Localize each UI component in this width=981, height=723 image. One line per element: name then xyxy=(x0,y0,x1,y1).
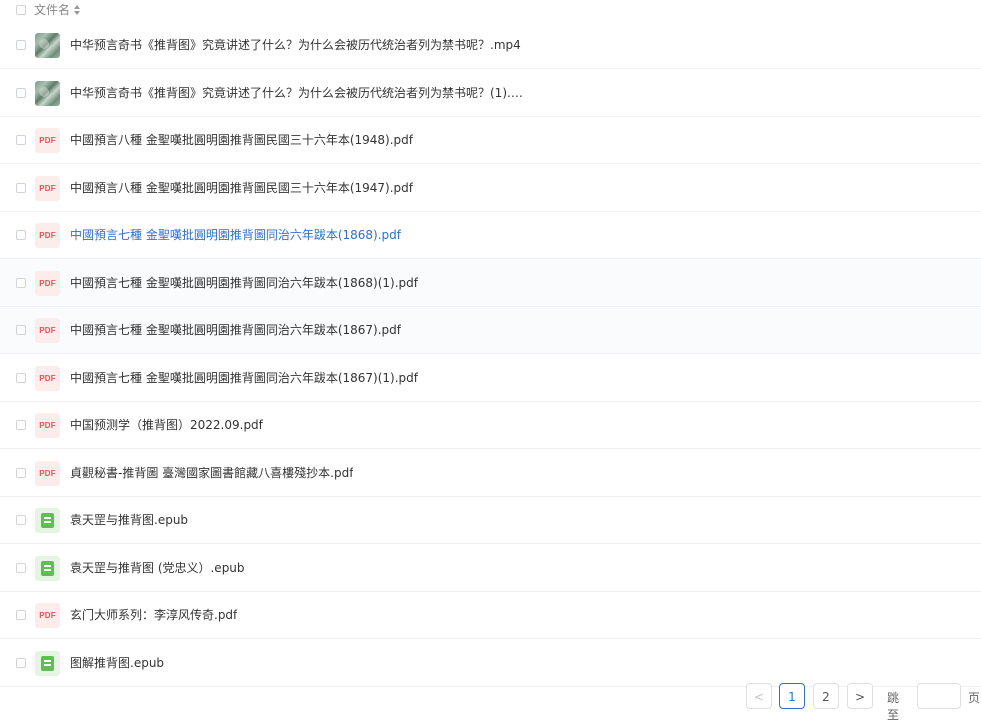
file-row[interactable]: PDF 玄门大师系列：李淳风传奇.pdf xyxy=(0,592,981,639)
file-row[interactable]: PDF 中國預言八種 金聖嘆批圓明園推背圖民國三十六年本(1947).pdf xyxy=(0,165,981,212)
page-button-1[interactable]: 1 xyxy=(779,683,805,709)
file-name-link[interactable]: 中國預言七種 金聖嘆批圓明園推背圖同治六年跋本(1868)(1).pdf xyxy=(70,275,418,292)
file-name-link[interactable]: 貞觀秘書-推背圖 臺灣國家圖書館藏八喜樓殘抄本.pdf xyxy=(70,465,353,482)
row-checkbox[interactable] xyxy=(16,515,26,525)
file-name-link[interactable]: 中华预言奇书《推背图》究竟讲述了什么？为什么会被历代统治者列为禁书呢？(1).m… xyxy=(70,85,530,102)
row-checkbox[interactable] xyxy=(16,278,26,288)
file-name-link[interactable]: 袁天罡与推背图.epub xyxy=(70,512,188,529)
file-row[interactable]: PDF 中國預言八種 金聖嘆批圓明園推背圖民國三十六年本(1948).pdf xyxy=(0,117,981,164)
sort-icon[interactable] xyxy=(74,5,80,15)
row-checkbox[interactable] xyxy=(16,658,26,668)
pdf-icon: PDF xyxy=(35,366,60,391)
column-header-filename[interactable]: 文件名 xyxy=(34,2,70,18)
row-checkbox[interactable] xyxy=(16,40,26,50)
row-checkbox[interactable] xyxy=(16,563,26,573)
file-name-link[interactable]: 中國預言八種 金聖嘆批圓明園推背圖民國三十六年本(1948).pdf xyxy=(70,132,413,149)
file-row[interactable]: 袁天罡与推背图 (党忠义）.epub xyxy=(0,545,981,592)
file-name-link[interactable]: 中国预测学（推背图）2022.09.pdf xyxy=(70,417,263,434)
pdf-icon: PDF xyxy=(35,271,60,296)
file-row[interactable]: PDF 中國預言七種 金聖嘆批圓明園推背圖同治六年跋本(1868).pdf xyxy=(0,212,981,259)
pdf-icon: PDF xyxy=(35,223,60,248)
file-name-link[interactable]: 玄门大师系列：李淳风传奇.pdf xyxy=(70,607,237,624)
prev-page-button[interactable]: < xyxy=(746,683,772,709)
pdf-icon: PDF xyxy=(35,413,60,438)
file-row[interactable]: 中华预言奇书《推背图》究竟讲述了什么？为什么会被历代统治者列为禁书呢？(1).m… xyxy=(0,70,981,117)
row-checkbox[interactable] xyxy=(16,88,26,98)
epub-book-icon xyxy=(35,556,60,581)
pdf-icon: PDF xyxy=(35,461,60,486)
file-name-link[interactable]: 中國預言八種 金聖嘆批圓明園推背圖民國三十六年本(1947).pdf xyxy=(70,180,413,197)
row-checkbox[interactable] xyxy=(16,325,26,335)
page-button-2[interactable]: 2 xyxy=(813,683,839,709)
file-row[interactable]: 图解推背图.epub xyxy=(0,640,981,687)
file-name-link[interactable]: 袁天罡与推背图 (党忠义）.epub xyxy=(70,560,245,577)
file-row[interactable]: PDF 中國預言七種 金聖嘆批圓明園推背圖同治六年跋本(1867)(1).pdf xyxy=(0,355,981,402)
file-row[interactable]: PDF 中國預言七種 金聖嘆批圓明園推背圖同治六年跋本(1867).pdf xyxy=(0,307,981,354)
row-checkbox[interactable] xyxy=(16,468,26,478)
epub-book-icon xyxy=(35,508,60,533)
row-checkbox[interactable] xyxy=(16,420,26,430)
file-row[interactable]: PDF 中国预测学（推背图）2022.09.pdf xyxy=(0,402,981,449)
pdf-icon: PDF xyxy=(35,128,60,153)
pdf-icon: PDF xyxy=(35,318,60,343)
file-name-link[interactable]: 中國預言七種 金聖嘆批圓明園推背圖同治六年跋本(1867).pdf xyxy=(70,322,401,339)
row-checkbox[interactable] xyxy=(16,610,26,620)
file-row[interactable]: PDF 中國預言七種 金聖嘆批圓明園推背圖同治六年跋本(1868)(1).pdf xyxy=(0,260,981,307)
jump-page-input[interactable] xyxy=(917,683,961,709)
row-checkbox[interactable] xyxy=(16,230,26,240)
next-page-button[interactable]: > xyxy=(847,683,873,709)
jump-to-label: 跳至 xyxy=(887,691,900,722)
row-checkbox[interactable] xyxy=(16,135,26,145)
file-list-header: 文件名 xyxy=(0,0,981,22)
video-thumbnail-icon xyxy=(35,81,60,106)
file-name-link[interactable]: 中國預言七種 金聖嘆批圓明園推背圖同治六年跋本(1867)(1).pdf xyxy=(70,370,418,387)
file-row[interactable]: 袁天罡与推背图.epub xyxy=(0,497,981,544)
video-thumbnail-icon xyxy=(35,33,60,58)
epub-book-icon xyxy=(35,651,60,676)
file-name-link[interactable]: 中华预言奇书《推背图》究竟讲述了什么？为什么会被历代统治者列为禁书呢？.mp4 xyxy=(70,37,521,54)
file-row[interactable]: 中华预言奇书《推背图》究竟讲述了什么？为什么会被历代统治者列为禁书呢？.mp4 xyxy=(0,22,981,69)
page-unit-label: 页 xyxy=(968,691,981,705)
row-checkbox[interactable] xyxy=(16,183,26,193)
file-name-link[interactable]: 中國預言七種 金聖嘆批圓明園推背圖同治六年跋本(1868).pdf xyxy=(70,227,401,244)
pdf-icon: PDF xyxy=(35,603,60,628)
pdf-icon: PDF xyxy=(35,176,60,201)
select-all-checkbox[interactable] xyxy=(16,5,26,15)
file-row[interactable]: PDF 貞觀秘書-推背圖 臺灣國家圖書館藏八喜樓殘抄本.pdf xyxy=(0,450,981,497)
row-checkbox[interactable] xyxy=(16,373,26,383)
file-name-link[interactable]: 图解推背图.epub xyxy=(70,655,164,672)
